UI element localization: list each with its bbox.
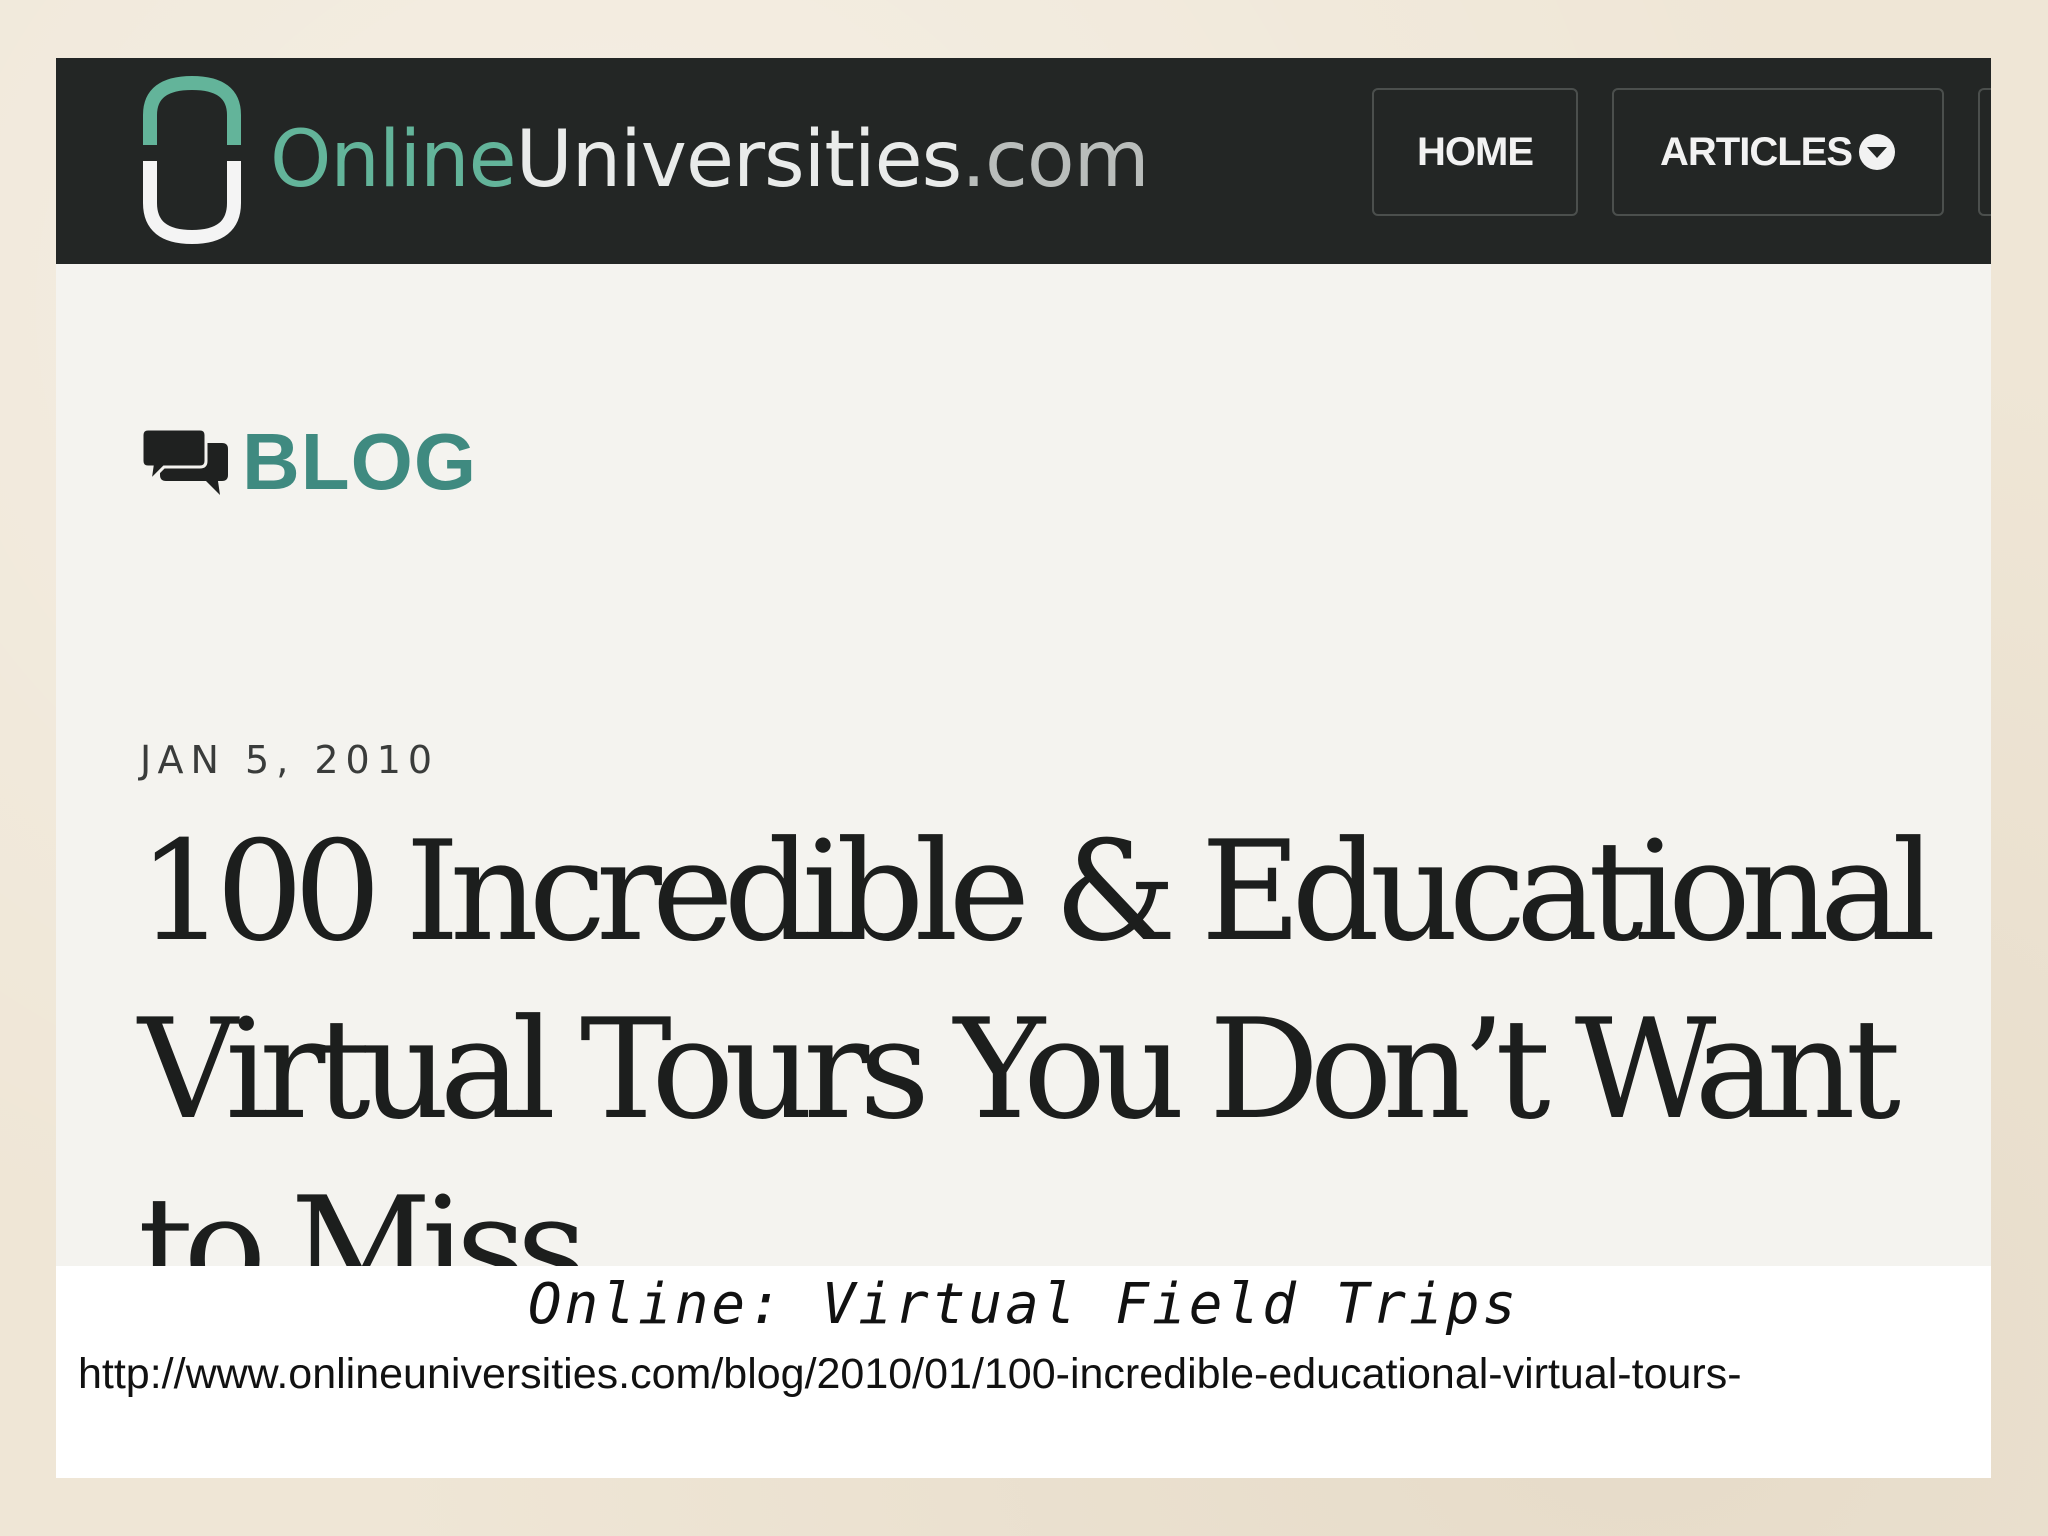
main-nav: HOME ARTICLES [1372, 88, 1991, 218]
nav-home-button[interactable]: HOME [1372, 88, 1578, 216]
site-name-online: Online [270, 115, 517, 205]
nav-more-button[interactable] [1978, 88, 1991, 216]
caption-band: Online: Virtual Field Trips http://www.o… [56, 1266, 1991, 1478]
caption-title: Online: Virtual Field Trips [527, 1272, 1520, 1337]
speech-bubbles-icon [142, 427, 228, 495]
post-title: 100 Incredible & Educational Virtual Tou… [138, 811, 1936, 1328]
u-shaped-logo-icon [143, 75, 241, 245]
blog-section-label: BLOG [242, 417, 478, 506]
screenshot-frame: OnlineUniversities.com HOME ARTICLES BLO… [56, 58, 1991, 1478]
nav-home-label: HOME [1417, 129, 1534, 174]
site-name-universities: Universities [515, 115, 963, 205]
caption-url-link[interactable]: http://www.onlineuniversities.com/blog/2… [78, 1350, 1742, 1399]
nav-articles-label: ARTICLES [1660, 129, 1853, 174]
post-date: JAN 5, 2010 [140, 738, 440, 782]
site-header: OnlineUniversities.com HOME ARTICLES [56, 58, 1991, 264]
nav-articles-button[interactable]: ARTICLES [1612, 88, 1944, 216]
site-name-tld: .com [961, 115, 1149, 205]
blog-section-tag: BLOG [142, 422, 477, 502]
site-name: OnlineUniversities.com [270, 121, 1150, 199]
chevron-down-icon [1859, 134, 1895, 170]
site-logo[interactable]: OnlineUniversities.com [140, 70, 1150, 250]
